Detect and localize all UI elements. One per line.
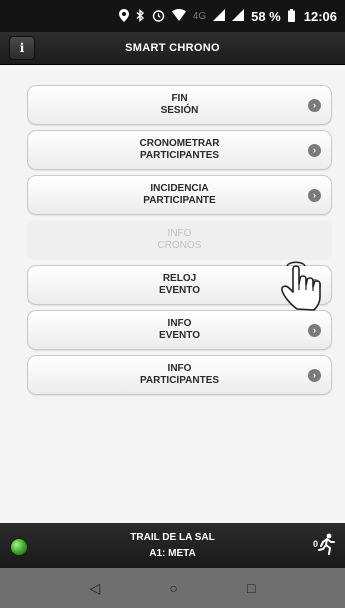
battery-icon: [287, 8, 295, 24]
menu-button-label: CRONOMETRAR PARTICIPANTES: [139, 138, 220, 161]
chevron-right-icon: ›: [308, 99, 321, 112]
bluetooth-icon: [136, 8, 145, 24]
app-header: i SMART CHRONO: [0, 32, 345, 65]
menu-button-label: INFO PARTICIPANTES: [139, 363, 220, 386]
main-content: FIN SESIÓN › CRONOMETRAR PARTICIPANTES ›…: [0, 65, 345, 523]
signal-icon: [213, 9, 226, 23]
home-icon[interactable]: ○: [169, 581, 177, 595]
info-icon: i: [19, 41, 25, 55]
chevron-right-icon: ›: [308, 144, 321, 157]
runner-icon[interactable]: [318, 533, 335, 555]
checkpoint-name: A1: META: [149, 547, 196, 559]
participants-info-button[interactable]: INFO PARTICIPANTES ›: [27, 355, 332, 395]
battery-percentage: 58 %: [251, 8, 281, 24]
page-title: SMART CHRONO: [125, 42, 220, 54]
end-session-button[interactable]: FIN SESIÓN ›: [27, 85, 332, 125]
event-info-button[interactable]: INFO EVENTO ›: [27, 310, 332, 350]
menu-button-label: INCIDENCIA PARTICIPANTE: [143, 183, 216, 206]
event-summary: TRAIL DE LA SAL A1: META: [130, 530, 214, 562]
chevron-right-icon: ›: [308, 369, 321, 382]
participant-incident-button[interactable]: INCIDENCIA PARTICIPANTE ›: [27, 175, 332, 215]
menu-button-label: INFO EVENTO: [159, 318, 200, 341]
wifi-icon: [171, 9, 186, 23]
status-bar: 4G 58 % 12:06: [0, 0, 345, 32]
signal-icon: [232, 9, 245, 23]
chevron-right-icon: ›: [308, 189, 321, 202]
event-footer: TRAIL DE LA SAL A1: META 0: [0, 523, 345, 568]
back-icon[interactable]: ◁: [90, 581, 101, 595]
connection-status-light: [10, 538, 28, 556]
info-button[interactable]: i: [9, 36, 35, 60]
tap-hand-icon: [281, 261, 321, 311]
recents-icon[interactable]: □: [247, 581, 255, 595]
chevron-right-icon: ›: [308, 324, 321, 337]
main-menu: FIN SESIÓN › CRONOMETRAR PARTICIPANTES ›…: [27, 85, 332, 400]
alarm-icon: [152, 9, 165, 24]
network-type-label: 4G: [192, 10, 207, 22]
clock: 12:06: [303, 8, 337, 24]
time-participants-button[interactable]: CRONOMETRAR PARTICIPANTES ›: [27, 130, 332, 170]
menu-button-label: INFO CRONOS: [157, 228, 202, 251]
event-name: TRAIL DE LA SAL: [130, 531, 215, 543]
menu-button-label: RELOJ EVENTO: [159, 273, 200, 296]
system-navigation-bar: ◁ ○ □: [0, 568, 345, 608]
menu-button-label: FIN SESIÓN: [160, 93, 199, 116]
chronos-info-button: INFO CRONOS: [27, 220, 332, 260]
location-icon: [118, 8, 129, 24]
